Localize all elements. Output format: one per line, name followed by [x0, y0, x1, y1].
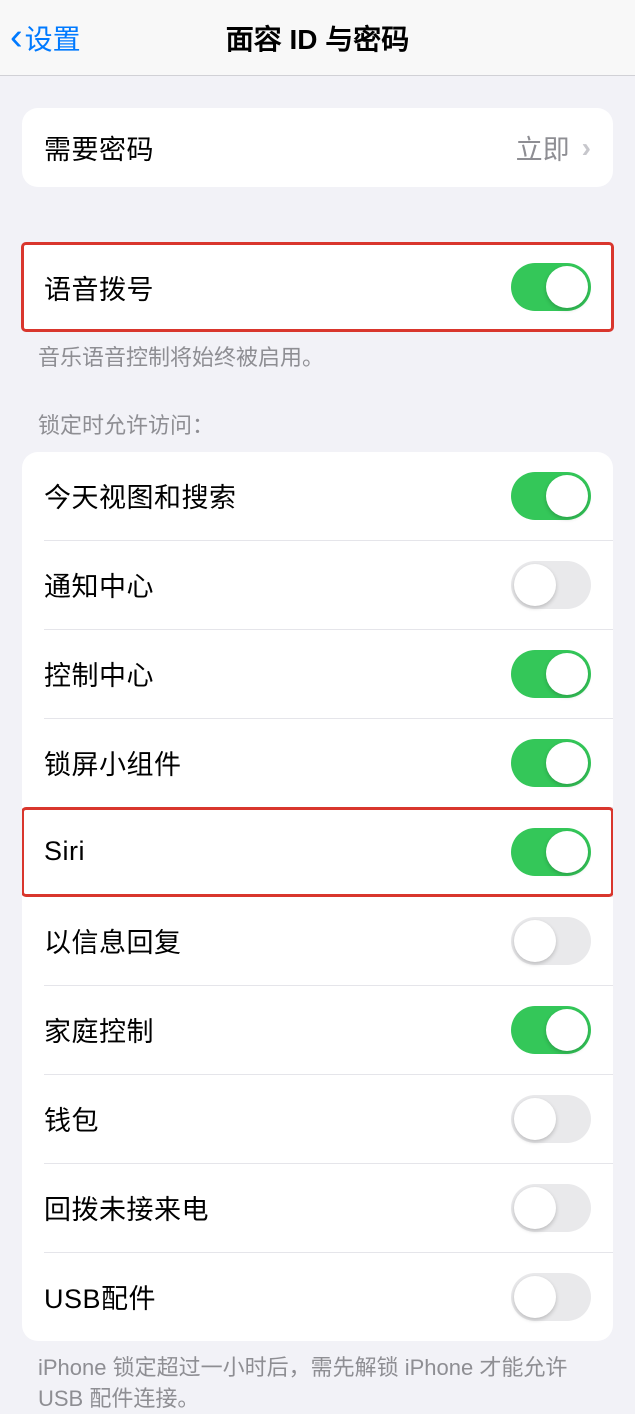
toggle-knob — [546, 1009, 588, 1051]
navbar: ‹ 设置 面容 ID 与密码 — [0, 0, 635, 76]
return-missed-calls-toggle[interactable] — [511, 1184, 591, 1232]
toggle-knob — [546, 831, 588, 873]
voice-dial-section: 语音拨号 音乐语音控制将始终被启用。 — [0, 243, 635, 374]
today-view-label: 今天视图和搜索 — [44, 476, 237, 515]
lock-access-group: 今天视图和搜索 通知中心 控制中心 锁屏小组件 Siri — [22, 452, 613, 1341]
notification-center-toggle[interactable] — [511, 561, 591, 609]
back-button[interactable]: ‹ 设置 — [10, 16, 81, 59]
notification-center-label: 通知中心 — [44, 565, 154, 604]
require-passcode-value: 立即 — [516, 128, 570, 167]
reply-message-toggle[interactable] — [511, 917, 591, 965]
usb-accessories-toggle[interactable] — [511, 1273, 591, 1321]
wallet-row: 钱包 — [22, 1075, 613, 1163]
siri-row: Siri — [22, 808, 613, 896]
today-view-toggle[interactable] — [511, 472, 591, 520]
toggle-knob — [546, 475, 588, 517]
toggle-knob — [546, 266, 588, 308]
chevron-right-icon: › — [582, 132, 591, 164]
voice-dial-footer: 音乐语音控制将始终被启用。 — [0, 331, 635, 374]
toggle-knob — [514, 920, 556, 962]
page-title: 面容 ID 与密码 — [226, 18, 410, 58]
siri-label: Siri — [44, 836, 85, 867]
wallet-label: 钱包 — [44, 1099, 99, 1138]
chevron-left-icon: ‹ — [10, 16, 23, 59]
toggle-knob — [546, 653, 588, 695]
voice-dial-label: 语音拨号 — [44, 268, 154, 307]
reply-message-row: 以信息回复 — [22, 897, 613, 985]
home-control-row: 家庭控制 — [22, 986, 613, 1074]
usb-accessories-row: USB配件 — [22, 1253, 613, 1341]
control-center-toggle[interactable] — [511, 650, 591, 698]
lockscreen-widgets-row: 锁屏小组件 — [22, 719, 613, 807]
lock-access-footer: iPhone 锁定超过一小时后，需先解锁 iPhone 才能允许 USB 配件连… — [0, 1341, 635, 1414]
today-view-row: 今天视图和搜索 — [22, 452, 613, 540]
usb-accessories-label: USB配件 — [44, 1277, 156, 1316]
passcode-section: 需要密码 立即 › — [0, 108, 635, 187]
control-center-row: 控制中心 — [22, 630, 613, 718]
lockscreen-widgets-label: 锁屏小组件 — [44, 743, 182, 782]
require-passcode-label: 需要密码 — [44, 128, 154, 167]
voice-dial-group: 语音拨号 — [22, 243, 613, 331]
control-center-label: 控制中心 — [44, 654, 154, 693]
toggle-knob — [514, 1098, 556, 1140]
content: 需要密码 立即 › 语音拨号 音乐语音控制将始终被启用。 锁定时允许访问： 今天… — [0, 108, 635, 1414]
wallet-toggle[interactable] — [511, 1095, 591, 1143]
return-missed-calls-row: 回拨未接来电 — [22, 1164, 613, 1252]
passcode-group: 需要密码 立即 › — [22, 108, 613, 187]
lockscreen-widgets-toggle[interactable] — [511, 739, 591, 787]
voice-dial-row: 语音拨号 — [22, 243, 613, 331]
home-control-label: 家庭控制 — [44, 1010, 154, 1049]
voice-dial-toggle[interactable] — [511, 263, 591, 311]
row-right: 立即 › — [516, 128, 591, 167]
return-missed-calls-label: 回拨未接来电 — [44, 1188, 209, 1227]
lock-access-header: 锁定时允许访问： — [0, 408, 635, 452]
reply-message-label: 以信息回复 — [44, 921, 182, 960]
notification-center-row: 通知中心 — [22, 541, 613, 629]
home-control-toggle[interactable] — [511, 1006, 591, 1054]
toggle-knob — [514, 1276, 556, 1318]
toggle-knob — [546, 742, 588, 784]
toggle-knob — [514, 1187, 556, 1229]
lock-access-section: 锁定时允许访问： 今天视图和搜索 通知中心 控制中心 锁屏小组件 — [0, 408, 635, 1414]
siri-toggle[interactable] — [511, 828, 591, 876]
back-label: 设置 — [25, 18, 81, 58]
require-passcode-row[interactable]: 需要密码 立即 › — [22, 108, 613, 187]
toggle-knob — [514, 564, 556, 606]
